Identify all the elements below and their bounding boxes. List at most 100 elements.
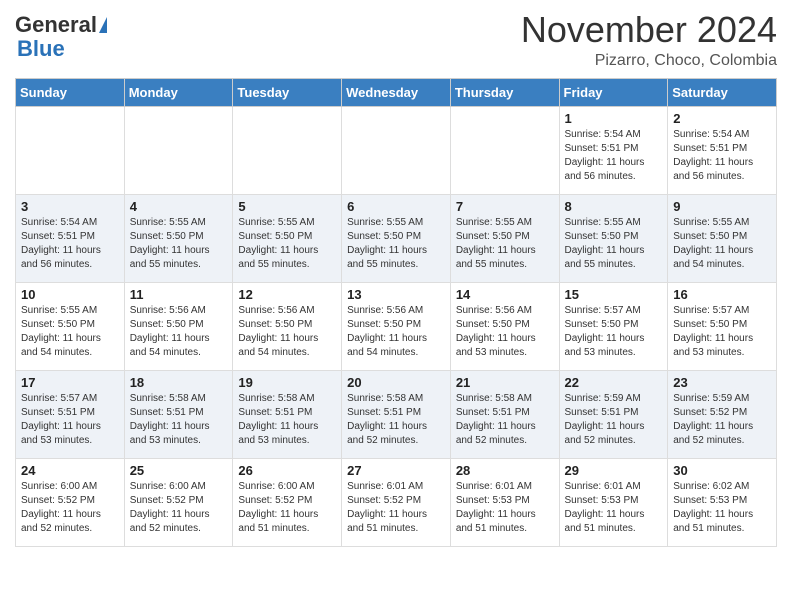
day-number: 12 (238, 287, 336, 302)
calendar-cell: 6 Sunrise: 5:55 AMSunset: 5:50 PMDaylight… (342, 194, 451, 282)
logo: General Blue (15, 14, 107, 62)
calendar-cell: 16 Sunrise: 5:57 AMSunset: 5:50 PMDayligh… (668, 282, 777, 370)
page: General Blue November 2024 Pizarro, Choc… (0, 0, 792, 562)
day-number: 30 (673, 463, 771, 478)
day-number: 29 (565, 463, 663, 478)
calendar-cell: 27Sunrise: 6:01 AMSunset: 5:52 PMDayligh… (342, 458, 451, 546)
calendar-cell: 15 Sunrise: 5:57 AMSunset: 5:50 PMDayligh… (559, 282, 668, 370)
col-sunday: Sunday (16, 78, 125, 106)
calendar-cell: 11 Sunrise: 5:56 AMSunset: 5:50 PMDayligh… (124, 282, 233, 370)
calendar-cell: 2 Sunrise: 5:54 AMSunset: 5:51 PMDaylight… (668, 106, 777, 194)
header: General Blue November 2024 Pizarro, Choc… (15, 10, 777, 70)
day-info: Sunrise: 5:57 AMSunset: 5:50 PMDaylight:… (673, 304, 771, 360)
day-number: 25 (130, 463, 228, 478)
calendar-cell: 4 Sunrise: 5:55 AMSunset: 5:50 PMDaylight… (124, 194, 233, 282)
calendar-cell: 1Sunrise: 5:54 AMSunset: 5:51 PMDaylight… (559, 106, 668, 194)
calendar-cell (342, 106, 451, 194)
day-info: Sunrise: 5:56 AMSunset: 5:50 PMDaylight:… (130, 304, 228, 360)
col-monday: Monday (124, 78, 233, 106)
calendar-cell (233, 106, 342, 194)
calendar-cell: 20 Sunrise: 5:58 AMSunset: 5:51 PMDayligh… (342, 370, 451, 458)
day-number: 9 (673, 199, 771, 214)
day-number: 6 (347, 199, 445, 214)
day-info: Sunrise: 6:01 AMSunset: 5:52 PMDaylight:… (347, 480, 445, 536)
day-info: Sunrise: 5:56 AMSunset: 5:50 PMDaylight:… (456, 304, 554, 360)
calendar-cell: 28Sunrise: 6:01 AMSunset: 5:53 PMDayligh… (450, 458, 559, 546)
day-number: 15 (565, 287, 663, 302)
week-row-2: 3Sunrise: 5:54 AMSunset: 5:51 PMDaylight… (16, 194, 777, 282)
day-number: 14 (456, 287, 554, 302)
location: Pizarro, Choco, Colombia (521, 52, 777, 70)
day-info: Sunrise: 5:58 AMSunset: 5:51 PMDaylight:… (456, 392, 554, 448)
day-info: Sunrise: 6:00 AMSunset: 5:52 PMDaylight:… (21, 480, 119, 536)
day-info: Sunrise: 6:01 AMSunset: 5:53 PMDaylight:… (565, 480, 663, 536)
calendar-cell: 18Sunrise: 5:58 AMSunset: 5:51 PMDayligh… (124, 370, 233, 458)
day-number: 5 (238, 199, 336, 214)
day-info: Sunrise: 5:59 AMSunset: 5:51 PMDaylight:… (565, 392, 663, 448)
day-number: 8 (565, 199, 663, 214)
calendar-cell (450, 106, 559, 194)
calendar-cell: 17 Sunrise: 5:57 AMSunset: 5:51 PMDayligh… (16, 370, 125, 458)
week-row-5: 24 Sunrise: 6:00 AMSunset: 5:52 PMDayligh… (16, 458, 777, 546)
day-info: Sunrise: 5:55 AMSunset: 5:50 PMDaylight:… (347, 216, 445, 272)
day-number: 19 (238, 375, 336, 390)
calendar-cell: 21 Sunrise: 5:58 AMSunset: 5:51 PMDayligh… (450, 370, 559, 458)
col-wednesday: Wednesday (342, 78, 451, 106)
week-row-1: 1Sunrise: 5:54 AMSunset: 5:51 PMDaylight… (16, 106, 777, 194)
day-number: 26 (238, 463, 336, 478)
day-info: Sunrise: 5:56 AMSunset: 5:50 PMDaylight:… (347, 304, 445, 360)
day-number: 20 (347, 375, 445, 390)
day-info: Sunrise: 5:57 AMSunset: 5:50 PMDaylight:… (565, 304, 663, 360)
day-info: Sunrise: 5:54 AMSunset: 5:51 PMDaylight:… (673, 128, 771, 184)
day-number: 23 (673, 375, 771, 390)
calendar-cell: 3Sunrise: 5:54 AMSunset: 5:51 PMDaylight… (16, 194, 125, 282)
day-info: Sunrise: 5:59 AMSunset: 5:52 PMDaylight:… (673, 392, 771, 448)
calendar-cell: 14 Sunrise: 5:56 AMSunset: 5:50 PMDayligh… (450, 282, 559, 370)
calendar-cell: 19 Sunrise: 5:58 AMSunset: 5:51 PMDayligh… (233, 370, 342, 458)
day-number: 7 (456, 199, 554, 214)
day-number: 2 (673, 111, 771, 126)
calendar-cell: 25 Sunrise: 6:00 AMSunset: 5:52 PMDayligh… (124, 458, 233, 546)
day-number: 4 (130, 199, 228, 214)
day-number: 24 (21, 463, 119, 478)
logo-blue-text: Blue (17, 36, 65, 61)
calendar-cell: 29 Sunrise: 6:01 AMSunset: 5:53 PMDayligh… (559, 458, 668, 546)
day-info: Sunrise: 5:55 AMSunset: 5:50 PMDaylight:… (130, 216, 228, 272)
day-number: 17 (21, 375, 119, 390)
day-number: 18 (130, 375, 228, 390)
calendar-table: Sunday Monday Tuesday Wednesday Thursday… (15, 78, 777, 547)
calendar-cell: 5 Sunrise: 5:55 AMSunset: 5:50 PMDaylight… (233, 194, 342, 282)
week-row-3: 10Sunrise: 5:55 AMSunset: 5:50 PMDayligh… (16, 282, 777, 370)
week-row-4: 17 Sunrise: 5:57 AMSunset: 5:51 PMDayligh… (16, 370, 777, 458)
day-info: Sunrise: 5:57 AMSunset: 5:51 PMDaylight:… (21, 392, 119, 448)
day-number: 21 (456, 375, 554, 390)
col-friday: Friday (559, 78, 668, 106)
day-info: Sunrise: 5:54 AMSunset: 5:51 PMDaylight:… (565, 128, 663, 184)
calendar-cell: 13 Sunrise: 5:56 AMSunset: 5:50 PMDayligh… (342, 282, 451, 370)
day-number: 16 (673, 287, 771, 302)
weekday-header-row: Sunday Monday Tuesday Wednesday Thursday… (16, 78, 777, 106)
calendar-cell: 23 Sunrise: 5:59 AMSunset: 5:52 PMDayligh… (668, 370, 777, 458)
day-info: Sunrise: 6:01 AMSunset: 5:53 PMDaylight:… (456, 480, 554, 536)
col-saturday: Saturday (668, 78, 777, 106)
col-thursday: Thursday (450, 78, 559, 106)
day-info: Sunrise: 5:55 AMSunset: 5:50 PMDaylight:… (456, 216, 554, 272)
day-number: 3 (21, 199, 119, 214)
calendar-cell (16, 106, 125, 194)
day-info: Sunrise: 5:58 AMSunset: 5:51 PMDaylight:… (238, 392, 336, 448)
month-title: November 2024 (521, 10, 777, 50)
day-info: Sunrise: 5:55 AMSunset: 5:50 PMDaylight:… (673, 216, 771, 272)
day-number: 11 (130, 287, 228, 302)
day-info: Sunrise: 6:02 AMSunset: 5:53 PMDaylight:… (673, 480, 771, 536)
day-info: Sunrise: 6:00 AMSunset: 5:52 PMDaylight:… (130, 480, 228, 536)
day-info: Sunrise: 5:55 AMSunset: 5:50 PMDaylight:… (238, 216, 336, 272)
calendar-cell: 22 Sunrise: 5:59 AMSunset: 5:51 PMDayligh… (559, 370, 668, 458)
day-number: 22 (565, 375, 663, 390)
calendar-cell: 30 Sunrise: 6:02 AMSunset: 5:53 PMDayligh… (668, 458, 777, 546)
day-number: 10 (21, 287, 119, 302)
day-info: Sunrise: 5:58 AMSunset: 5:51 PMDaylight:… (347, 392, 445, 448)
calendar-cell: 7 Sunrise: 5:55 AMSunset: 5:50 PMDaylight… (450, 194, 559, 282)
calendar-cell: 26Sunrise: 6:00 AMSunset: 5:52 PMDayligh… (233, 458, 342, 546)
day-number: 13 (347, 287, 445, 302)
logo-triangle-icon (99, 17, 107, 33)
